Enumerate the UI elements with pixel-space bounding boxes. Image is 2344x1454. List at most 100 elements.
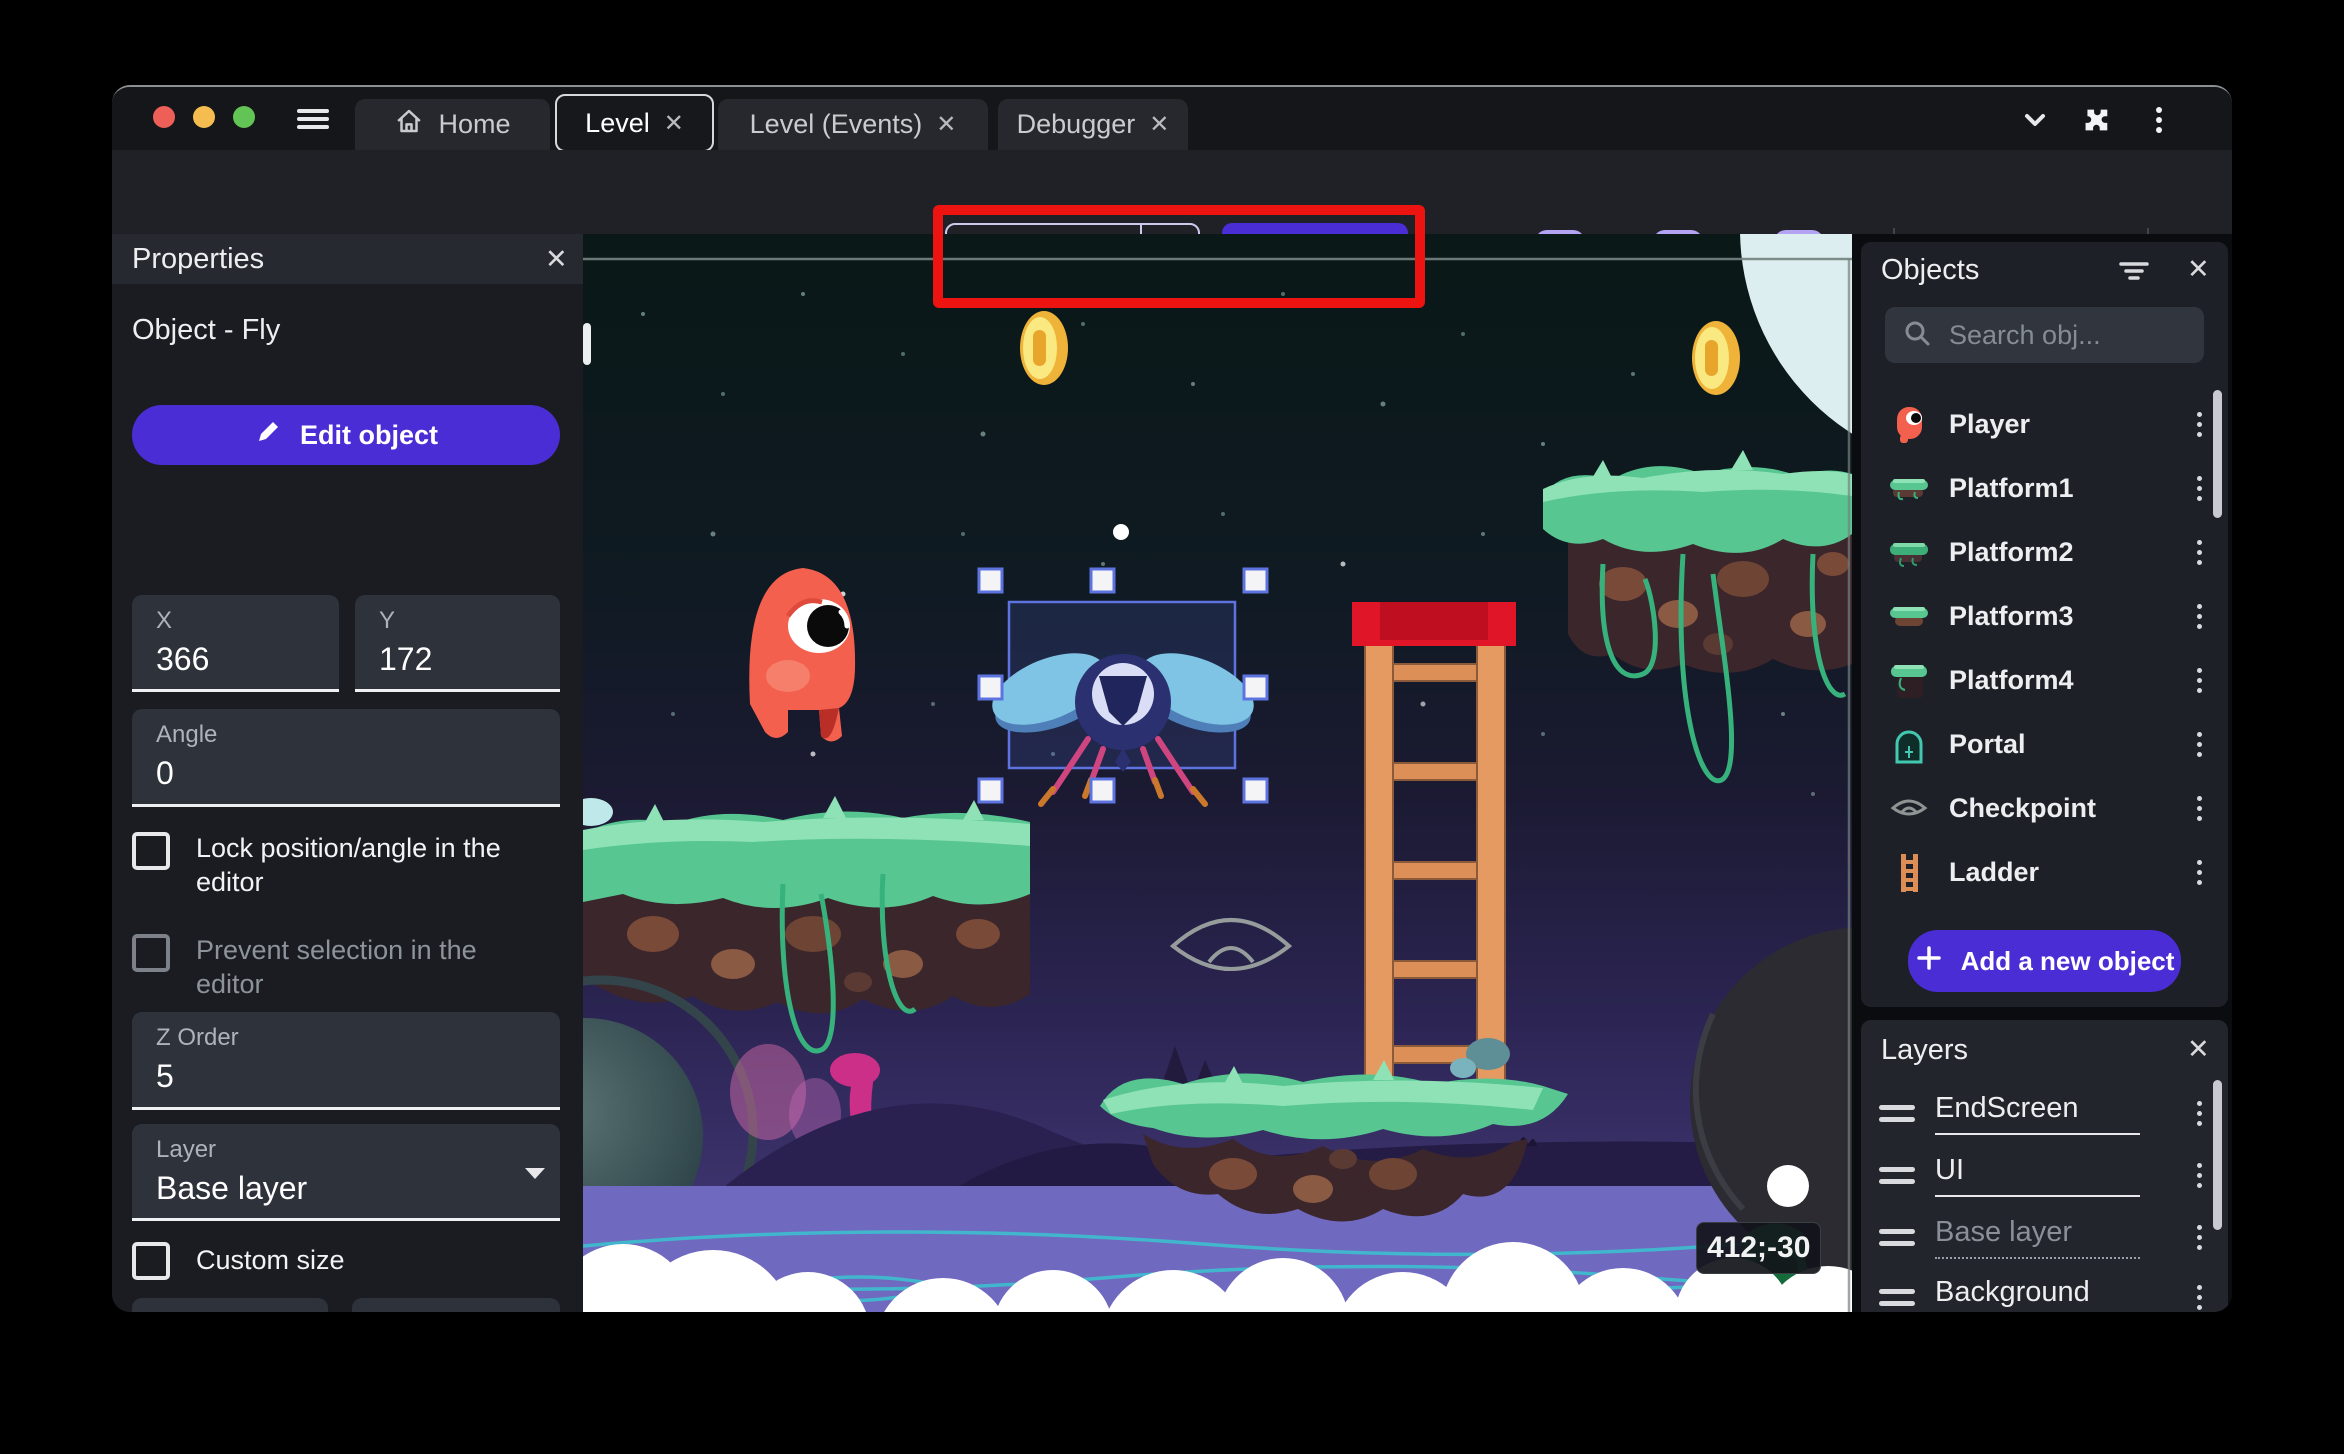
prevent-selection-checkbox[interactable] [132, 934, 170, 972]
object-search-input[interactable] [1947, 318, 2232, 352]
object-item-platform2[interactable]: Platform2 [1861, 520, 2228, 584]
objects-scrollbar[interactable] [2213, 390, 2222, 518]
object-item-label: Player [1949, 408, 2031, 439]
player-thumbnail [1897, 407, 1922, 443]
tab-level-label: Level [585, 107, 650, 138]
width-field[interactable] [132, 1298, 328, 1312]
pencil-icon [254, 418, 282, 453]
tab-level-events[interactable]: Level (Events) ✕ [718, 99, 988, 150]
layer-row-ui[interactable]: UI [1861, 1144, 2228, 1206]
object-item-player[interactable]: Player [1861, 392, 2228, 456]
add-new-object-label: Add a new object [1960, 945, 2175, 976]
edit-object-button[interactable]: Edit object [132, 405, 560, 465]
x-field-value: 366 [156, 641, 210, 677]
layer-name: UI [1935, 1154, 2140, 1197]
tab-bar: Home Level ✕ Level (Events) ✕ Debugger ✕ [112, 87, 2232, 152]
selected-object-heading: Object - Fly [132, 314, 281, 346]
portal-thumbnail [1895, 730, 1923, 764]
z-order-field[interactable]: Z Order 5 [132, 1012, 560, 1110]
toolbar: Preview Publish [112, 150, 2232, 308]
screen: Home Level ✕ Level (Events) ✕ Debugger ✕ [0, 0, 2344, 1454]
object-item-platform3[interactable]: Platform3 [1861, 584, 2228, 648]
object-item-label: Portal [1949, 728, 2026, 759]
lock-position-row: Lock position/angle in the editor [132, 832, 536, 900]
coin[interactable] [1020, 311, 1068, 385]
object-item-label: Platform4 [1949, 664, 2074, 695]
object-item-platform4[interactable]: Platform4 [1861, 648, 2228, 712]
editor-window: Home Level ✕ Level (Events) ✕ Debugger ✕ [112, 85, 2232, 1312]
maximize-window-button[interactable] [233, 106, 255, 128]
kebab-menu-icon[interactable] [2197, 1162, 2202, 1188]
drag-handle-icon[interactable] [1879, 1288, 1915, 1306]
kebab-menu-icon[interactable] [2197, 539, 2202, 565]
content-area: Properties ✕ Object - Fly Edit object In… [112, 234, 2232, 1312]
kebab-menu-icon[interactable] [2197, 1284, 2202, 1310]
kebab-menu-icon[interactable] [2197, 411, 2202, 437]
kebab-menu-icon[interactable] [2197, 475, 2202, 501]
object-item-checkpoint[interactable]: Checkpoint [1861, 776, 2228, 840]
object-item-label: Ladder [1949, 856, 2040, 887]
layer-name: Background [1935, 1276, 2140, 1313]
tab-home[interactable]: Home [355, 99, 550, 150]
chevron-down-icon[interactable] [2018, 103, 2052, 137]
z-order-label: Z Order [156, 1024, 239, 1051]
drag-handle-icon[interactable] [1879, 1104, 1915, 1122]
angle-field[interactable]: Angle 0 [132, 709, 560, 807]
kebab-menu-icon[interactable] [2197, 603, 2202, 629]
drag-handle-icon[interactable] [1879, 1228, 1915, 1246]
kebab-menu-icon[interactable] [2197, 667, 2202, 693]
add-new-object-button[interactable]: Add a new object [1908, 930, 2181, 992]
kebab-menu-icon[interactable] [2197, 859, 2202, 885]
properties-header: Properties ✕ [112, 234, 583, 284]
tab-level[interactable]: Level ✕ [555, 94, 714, 152]
close-tab-icon[interactable]: ✕ [936, 110, 956, 139]
y-field[interactable]: Y 172 [355, 595, 560, 692]
x-field[interactable]: X 366 [132, 595, 339, 692]
y-field-value: 172 [379, 641, 433, 677]
canvas-scrollbar[interactable] [583, 323, 591, 365]
object-item-platform1[interactable]: Platform1 [1861, 456, 2228, 520]
lock-position-checkbox[interactable] [132, 832, 170, 870]
filter-icon[interactable] [2117, 256, 2151, 291]
layer-row-background[interactable]: Background [1861, 1266, 2228, 1312]
layer-row-base-layer[interactable]: Base layer [1861, 1206, 2228, 1268]
layer-select[interactable]: Layer Base layer [132, 1124, 560, 1221]
close-properties-icon[interactable]: ✕ [545, 244, 568, 275]
object-item-label: Platform3 [1949, 600, 2074, 631]
layers-panel-title: Layers [1881, 1034, 1969, 1066]
object-item-portal[interactable]: Portal [1861, 712, 2228, 776]
close-objects-icon[interactable]: ✕ [2187, 254, 2210, 285]
layer-name: Base layer [1935, 1216, 2140, 1259]
height-field[interactable] [352, 1298, 560, 1312]
edit-object-label: Edit object [299, 419, 438, 450]
drag-handle-icon[interactable] [1879, 1166, 1915, 1184]
close-tab-icon[interactable]: ✕ [1149, 110, 1169, 139]
object-search-box[interactable] [1885, 307, 2232, 363]
home-icon [394, 106, 424, 143]
rotate-handle[interactable] [1113, 524, 1129, 540]
scene-canvas[interactable]: 412;-30 [583, 234, 1852, 1312]
object-item-ladder[interactable]: Ladder [1861, 840, 2228, 904]
coin[interactable] [1692, 321, 1740, 395]
y-field-label: Y [379, 607, 396, 634]
object-item-label: Platform2 [1949, 536, 2074, 567]
tab-home-label: Home [438, 109, 511, 139]
layer-select-value: Base layer [156, 1170, 308, 1206]
custom-size-checkbox[interactable] [132, 1242, 170, 1280]
kebab-menu-icon[interactable] [2197, 795, 2202, 821]
close-tab-icon[interactable]: ✕ [664, 109, 684, 138]
kebab-menu-icon[interactable] [2197, 1224, 2202, 1250]
lock-position-label: Lock position/angle in the editor [196, 833, 501, 897]
close-layers-icon[interactable]: ✕ [2187, 1034, 2210, 1065]
kebab-menu-icon[interactable] [2142, 103, 2176, 137]
minimize-window-button[interactable] [193, 106, 215, 128]
extensions-puzzle-icon[interactable] [2078, 103, 2112, 137]
layers-scrollbar[interactable] [2213, 1080, 2222, 1230]
kebab-menu-icon[interactable] [2197, 731, 2202, 757]
kebab-menu-icon[interactable] [2197, 1100, 2202, 1126]
close-window-button[interactable] [153, 106, 175, 128]
x-field-label: X [156, 607, 173, 634]
layer-row-endscreen[interactable]: EndScreen [1861, 1082, 2228, 1144]
main-menu-icon[interactable] [295, 101, 331, 137]
tab-debugger[interactable]: Debugger ✕ [998, 99, 1188, 150]
